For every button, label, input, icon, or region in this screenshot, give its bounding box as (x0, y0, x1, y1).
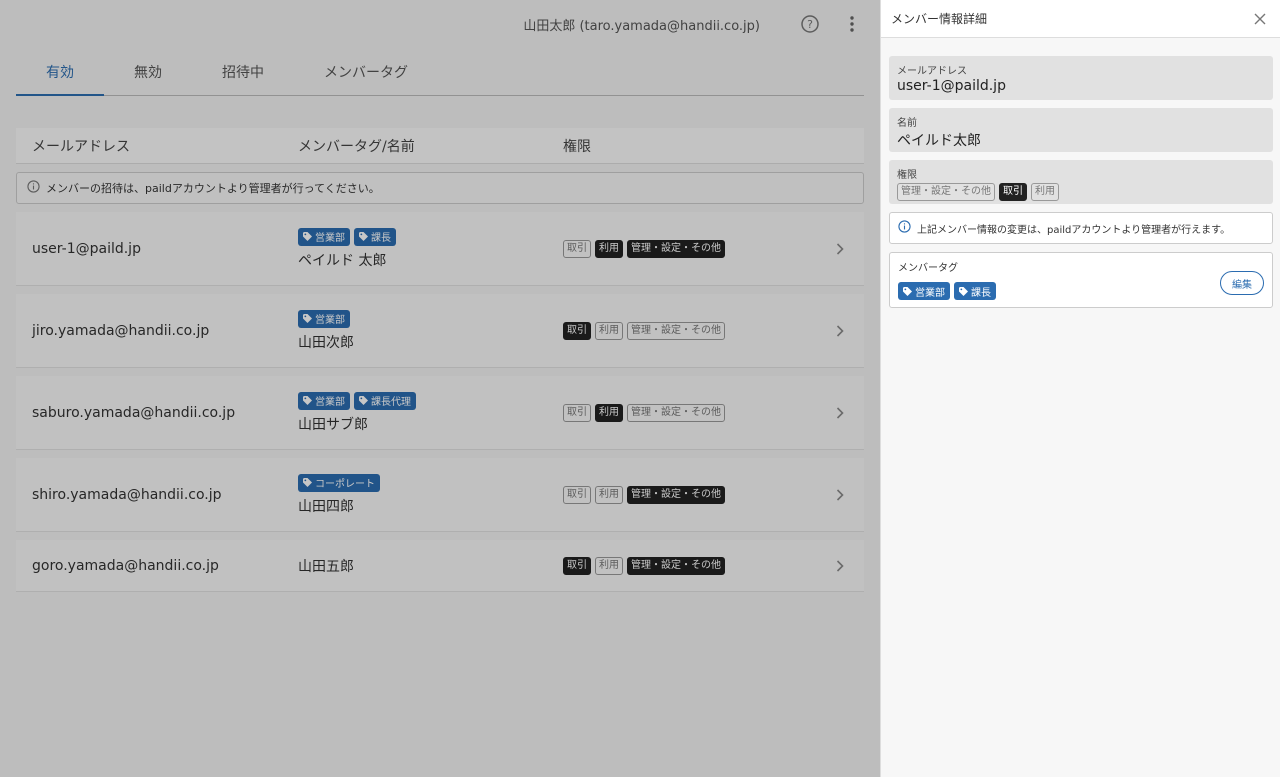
member-tag-box: メンバータグ 営業部 課長 編集 (889, 252, 1273, 308)
perm-badge-admin: 管理・設定・その他 (897, 183, 995, 201)
main-area: 山田太郎 (taro.yamada@handii.co.jp) ? 有効 無効 … (0, 0, 880, 777)
info-icon (898, 220, 911, 236)
member-tag: 営業部 (898, 282, 950, 300)
perm-badge-transaction: 取引 (999, 183, 1027, 201)
tag-icon (903, 286, 912, 296)
perm-badge-use: 利用 (1031, 183, 1059, 201)
member-detail-panel: メンバー情報詳細 メールアドレス user-1@paild.jp 名前 ペイルド… (880, 0, 1280, 777)
name-field-value: ペイルド太郎 (897, 133, 981, 149)
permission-field-label: 権限 (897, 170, 917, 181)
panel-title: メンバー情報詳細 (891, 12, 988, 26)
member-tag-list: 営業部 課長 (898, 282, 1264, 300)
change-notice: 上記メンバー情報の変更は、paildアカウントより管理者が行えます。 (889, 212, 1273, 244)
change-notice-text: 上記メンバー情報の変更は、paildアカウントより管理者が行えます。 (917, 224, 1231, 236)
name-field: 名前 ペイルド太郎 (889, 108, 1273, 152)
close-icon[interactable] (1250, 9, 1270, 29)
member-tag: 課長 (954, 282, 996, 300)
panel-header: メンバー情報詳細 (881, 0, 1280, 38)
email-field-value: user-1@paild.jp (897, 78, 1006, 94)
edit-tags-button[interactable]: 編集 (1220, 271, 1264, 295)
permission-badges: 管理・設定・その他 取引 利用 (897, 183, 1265, 201)
email-field-label: メールアドレス (897, 66, 967, 77)
name-field-label: 名前 (897, 118, 917, 129)
permission-field: 権限 管理・設定・その他 取引 利用 (889, 160, 1273, 204)
email-field: メールアドレス user-1@paild.jp (889, 56, 1273, 100)
member-tag-label: メンバータグ (898, 263, 958, 274)
tag-icon (959, 286, 968, 296)
modal-backdrop[interactable] (0, 0, 880, 777)
